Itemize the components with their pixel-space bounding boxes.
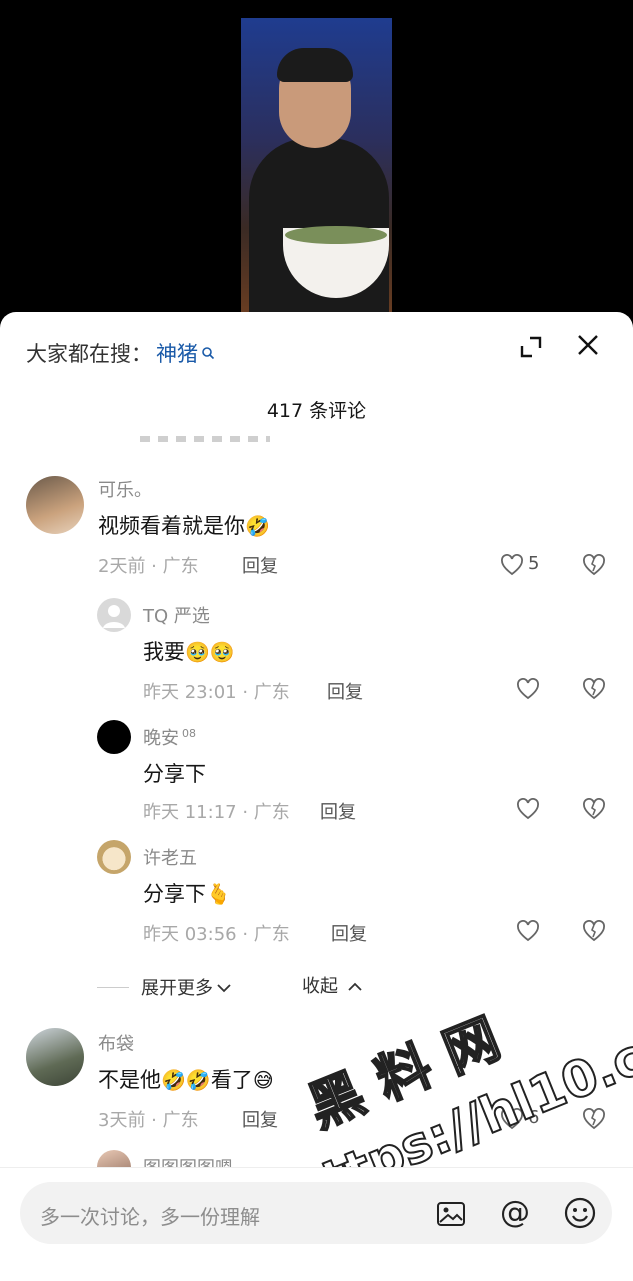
like-count: 5	[528, 553, 540, 574]
broken-heart-icon[interactable]	[582, 554, 606, 576]
heart-icon[interactable]	[500, 554, 524, 576]
search-hint-label: 大家都在搜：	[26, 342, 152, 366]
collapse-button[interactable]: 收起	[302, 972, 362, 1002]
watermark-line-2: https://hl10.co	[281, 1015, 633, 1190]
at-mention-icon[interactable]: @	[498, 1196, 532, 1230]
comment-meta: 昨天 11:17 · 广东	[143, 802, 290, 823]
avatar[interactable]	[97, 720, 131, 754]
close-icon[interactable]	[573, 330, 603, 360]
image-icon[interactable]	[435, 1198, 467, 1230]
avatar[interactable]	[26, 476, 84, 534]
comment-text-b: 看了	[210, 1068, 253, 1092]
emoji-picker-icon[interactable]	[563, 1196, 597, 1230]
comment-username[interactable]: 许老五	[143, 844, 197, 870]
comment-meta: 2天前 · 广东	[98, 556, 199, 577]
watermark-line-1: 黑 料 网	[300, 1007, 509, 1140]
comment-username-text: 晚安	[143, 728, 179, 749]
video-soup	[285, 226, 387, 244]
comment-meta: 昨天 03:56 · 广东	[143, 924, 290, 945]
comment-text-body: 视频看着就是你	[98, 514, 245, 538]
search-hint-term[interactable]: 神猪	[156, 338, 198, 368]
like-count: 6	[528, 1107, 540, 1128]
broken-heart-icon[interactable]	[582, 920, 606, 942]
heart-icon[interactable]	[516, 920, 540, 942]
search-hint-row[interactable]: 大家都在搜： 神猪	[26, 338, 215, 368]
comment-sheet: 大家都在搜： 神猪 417 条评论 可乐。 视频看着就是你🤣 2天前 · 广东 …	[0, 312, 633, 1280]
comment-count-title: 417 条评论	[266, 400, 367, 422]
heart-icon[interactable]	[500, 1108, 524, 1130]
expand-more-label: 展开更多	[141, 978, 213, 999]
reply-button[interactable]: 回复	[331, 920, 367, 946]
comment-text: 不是他🤣🤣看了😅	[98, 1064, 274, 1094]
comment-text-body: 分享下	[143, 882, 206, 906]
expand-more-button[interactable]: 展开更多	[97, 972, 231, 1002]
video-player[interactable]	[0, 0, 633, 330]
chevron-up-icon	[348, 976, 362, 997]
comment-input[interactable]: 多一次讨论，多一份理解 @	[20, 1182, 612, 1244]
avatar[interactable]	[97, 598, 131, 632]
comment-meta: 昨天 23:01 · 广东	[143, 682, 290, 703]
comment-input-placeholder: 多一次讨论，多一份理解	[40, 1205, 260, 1229]
emoji-sweat-smile-icon: 😅	[252, 1068, 274, 1092]
search-icon	[201, 346, 215, 360]
emoji-rofl-icon: 🤣	[245, 514, 270, 538]
comment-text: 分享下	[143, 762, 206, 786]
comment-username[interactable]: 布袋	[98, 1030, 134, 1056]
broken-heart-icon[interactable]	[582, 1108, 606, 1130]
comment-text: 视频看着就是你🤣	[98, 510, 270, 540]
comment-username[interactable]: 可乐。	[98, 476, 152, 502]
emoji-rofl-icon: 🤣🤣	[161, 1068, 211, 1092]
reply-button[interactable]: 回复	[327, 678, 363, 704]
collapse-label: 收起	[302, 976, 338, 997]
comment-text: 我要🥹🥹	[143, 636, 235, 666]
broken-heart-icon[interactable]	[582, 798, 606, 820]
emoji-finger-heart-icon: 🫰	[206, 882, 231, 906]
divider	[97, 986, 129, 988]
chevron-down-icon	[217, 978, 231, 997]
comment-meta: 3天前 · 广东	[98, 1110, 199, 1131]
avatar[interactable]	[26, 1028, 84, 1086]
broken-heart-icon[interactable]	[582, 678, 606, 700]
emoji-holding-tears-icon: 🥹🥹	[185, 640, 235, 664]
reply-button[interactable]: 回复	[242, 552, 278, 578]
comment-username[interactable]: 晚安 08	[143, 724, 196, 750]
video-frame[interactable]	[241, 18, 392, 318]
heart-icon[interactable]	[516, 678, 540, 700]
heart-icon[interactable]	[516, 798, 540, 820]
avatar[interactable]	[97, 840, 131, 874]
comment-text: 分享下🫰	[143, 878, 231, 908]
fullscreen-icon[interactable]	[516, 332, 546, 362]
comment-username[interactable]: TQ 严选	[143, 602, 210, 628]
username-badge: 08	[182, 727, 196, 740]
comment-text-a: 不是他	[98, 1068, 161, 1092]
scrolled-text-fragment	[140, 432, 270, 442]
reply-button[interactable]: 回复	[320, 798, 356, 824]
comment-text-body: 我要	[143, 640, 185, 664]
watermark: 黑 料 网 https://hl10.co	[280, 1006, 633, 1190]
video-person-hair	[277, 48, 353, 82]
reply-button[interactable]: 回复	[242, 1106, 278, 1132]
comment-input-bar: 多一次讨论，多一份理解 @	[0, 1167, 633, 1281]
